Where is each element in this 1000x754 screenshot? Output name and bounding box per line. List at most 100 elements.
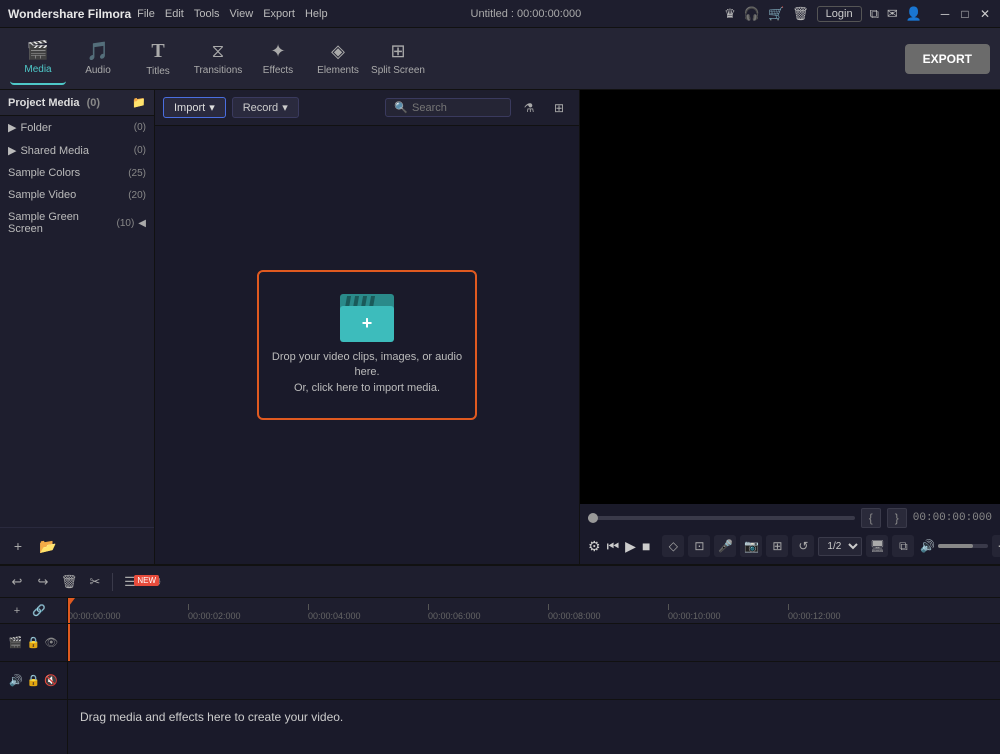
maximize-button[interactable]: □ bbox=[958, 7, 972, 21]
effects-label: Effects bbox=[263, 65, 293, 76]
user-icon[interactable]: 👤 bbox=[906, 6, 922, 22]
sidebar-item-sample-colors[interactable]: Sample Colors (25) bbox=[0, 162, 154, 184]
preview-area bbox=[580, 90, 1000, 504]
menu-edit[interactable]: Edit bbox=[165, 8, 184, 20]
redo-button[interactable]: ↪ bbox=[32, 571, 54, 593]
mail-icon[interactable]: ✉ bbox=[887, 6, 898, 22]
menu-help[interactable]: Help bbox=[305, 8, 328, 20]
minimize-button[interactable]: ─ bbox=[938, 7, 952, 21]
compare-icon[interactable]: ⧉ bbox=[892, 535, 914, 557]
sample-colors-count: (25) bbox=[128, 168, 146, 179]
track-controls: + 🔗 🎬 🔒 👁 🔊 🔒 🔇 bbox=[0, 598, 68, 754]
titles-icon: T bbox=[151, 40, 164, 63]
toolbar-titles[interactable]: T Titles bbox=[130, 33, 186, 85]
menu-view[interactable]: View bbox=[230, 8, 254, 20]
panel-footer: + 📂 bbox=[0, 527, 154, 564]
playback-settings-icon[interactable]: ⚙ bbox=[588, 534, 601, 558]
app-brand: Wondershare Filmora bbox=[8, 7, 131, 21]
monitor-icon[interactable]: 🖥 bbox=[866, 535, 888, 557]
toolbar-elements[interactable]: ◈ Elements bbox=[310, 33, 366, 85]
menu-export[interactable]: Export bbox=[263, 8, 295, 20]
shared-icon: ▶ bbox=[8, 144, 16, 157]
toolbar-effects[interactable]: ✦ Effects bbox=[250, 33, 306, 85]
timeline-ruler[interactable]: 00:00:00:000 00:00:02:000 00:00:04:000 0… bbox=[68, 598, 1000, 624]
undo-button[interactable]: ↩ bbox=[6, 571, 28, 593]
trash-icon[interactable]: 🗑 bbox=[792, 6, 809, 22]
pip-icon[interactable]: ⊞ bbox=[766, 535, 788, 557]
split-screen-label: Split Screen bbox=[371, 65, 425, 76]
clone-icon[interactable]: ⧉ bbox=[870, 6, 879, 22]
screenshot-icon[interactable]: 📷 bbox=[740, 535, 762, 557]
volume-slider[interactable] bbox=[938, 544, 988, 548]
time-display: 00:00:00:000 bbox=[913, 512, 992, 524]
grid-view-icon[interactable]: ⊞ bbox=[547, 96, 571, 120]
audio-lock-icon[interactable]: 🔒 bbox=[27, 674, 41, 687]
tracks-area: Drag media and effects here to create yo… bbox=[68, 624, 1000, 754]
add-folder-icon[interactable]: 📁 bbox=[132, 96, 146, 109]
new-folder-button[interactable]: 📂 bbox=[36, 534, 60, 558]
sidebar-item-shared-media[interactable]: ▶ Shared Media (0) bbox=[0, 139, 154, 162]
menu-tools[interactable]: Tools bbox=[194, 8, 220, 20]
scissors-button[interactable]: ✂ bbox=[84, 571, 106, 593]
drop-zone[interactable]: + Drop your video clips, images, or audi… bbox=[155, 126, 579, 564]
lock-icon[interactable]: 🔒 bbox=[27, 636, 41, 649]
collapse-icon[interactable]: ◀ bbox=[138, 218, 146, 229]
close-button[interactable]: ✕ bbox=[978, 7, 992, 21]
volume-icon[interactable]: 🔊 bbox=[920, 539, 935, 553]
zoom-select[interactable]: 1/4 1/2 1/1 2/1 bbox=[818, 537, 862, 556]
shared-label: Shared Media bbox=[20, 145, 89, 157]
add-track-button[interactable]: + bbox=[6, 600, 28, 622]
preview-controls: { } 00:00:00:000 ⚙ ⏮ ▶ ■ ◇ ⊡ 🎤 📷 ⊞ ↺ bbox=[580, 504, 1000, 564]
record-button[interactable]: Record ▾ bbox=[232, 97, 299, 118]
more-options-icon[interactable]: ⋯ bbox=[992, 535, 1000, 557]
login-button[interactable]: Login bbox=[817, 6, 862, 22]
mute-icon[interactable]: 🔇 bbox=[44, 674, 58, 687]
speed-button[interactable]: ⏱ NEW bbox=[145, 571, 167, 593]
stop-button[interactable]: ■ bbox=[642, 534, 650, 558]
transitions-icon: ⧖ bbox=[212, 41, 225, 62]
mic-icon[interactable]: 🎤 bbox=[714, 535, 736, 557]
import-label: Import bbox=[174, 102, 205, 114]
center-toolbar: Import ▾ Record ▾ 🔍 ⚗ ⊞ bbox=[155, 90, 579, 126]
menu-file[interactable]: File bbox=[137, 8, 155, 20]
search-input[interactable] bbox=[412, 102, 502, 114]
playhead[interactable] bbox=[68, 598, 70, 623]
delete-clip-button[interactable]: 🗑 bbox=[58, 571, 80, 593]
crop-icon[interactable]: ⊡ bbox=[688, 535, 710, 557]
drop-hint-text: Drag media and effects here to create yo… bbox=[80, 710, 343, 724]
media-label: Media bbox=[24, 64, 51, 75]
folder-label: Folder bbox=[20, 122, 51, 134]
play-button[interactable]: ▶ bbox=[625, 534, 636, 558]
link-button[interactable]: 🔗 bbox=[28, 600, 50, 622]
progress-bar[interactable] bbox=[588, 516, 855, 520]
toolbar-media[interactable]: 🎬 Media bbox=[10, 33, 66, 85]
import-button[interactable]: Import ▾ bbox=[163, 97, 226, 118]
export-button[interactable]: EXPORT bbox=[905, 44, 990, 74]
panel-header: Project Media (0) 📁 bbox=[0, 90, 154, 116]
crown-icon[interactable]: ♛ bbox=[724, 6, 736, 22]
sidebar-item-sample-video[interactable]: Sample Video (20) bbox=[0, 184, 154, 206]
toolbar-audio[interactable]: 🎵 Audio bbox=[70, 33, 126, 85]
sample-green-count: (10) bbox=[117, 218, 135, 229]
out-point-button[interactable]: } bbox=[887, 508, 907, 528]
rewind-frame-button[interactable]: ⏮ bbox=[607, 534, 620, 558]
sidebar-item-folder[interactable]: ▶ Folder (0) bbox=[0, 116, 154, 139]
headset-icon[interactable]: 🎧 bbox=[744, 6, 760, 22]
record-label: Record bbox=[243, 102, 278, 114]
search-box: 🔍 bbox=[385, 98, 511, 117]
toolbar-split-screen[interactable]: ⊞ Split Screen bbox=[370, 33, 426, 85]
loop-icon[interactable]: ↺ bbox=[792, 535, 814, 557]
progress-bar-thumb[interactable] bbox=[588, 513, 598, 523]
drop-zone-inner[interactable]: + Drop your video clips, images, or audi… bbox=[257, 270, 477, 420]
cart-icon[interactable]: 🛒 bbox=[768, 6, 784, 22]
eye-icon[interactable]: 👁 bbox=[44, 636, 58, 649]
filter-icon[interactable]: ⚗ bbox=[517, 96, 541, 120]
add-media-button[interactable]: + bbox=[6, 534, 30, 558]
folder-count: (0) bbox=[134, 122, 146, 133]
audio-track bbox=[68, 662, 1000, 700]
toolbar-transitions[interactable]: ⧖ Transitions bbox=[190, 33, 246, 85]
sample-green-label: Sample Green Screen bbox=[8, 211, 117, 235]
sidebar-item-sample-green[interactable]: Sample Green Screen (10) ◀ bbox=[0, 206, 154, 240]
keyframe-icon[interactable]: ◇ bbox=[662, 535, 684, 557]
in-point-button[interactable]: { bbox=[861, 508, 881, 528]
